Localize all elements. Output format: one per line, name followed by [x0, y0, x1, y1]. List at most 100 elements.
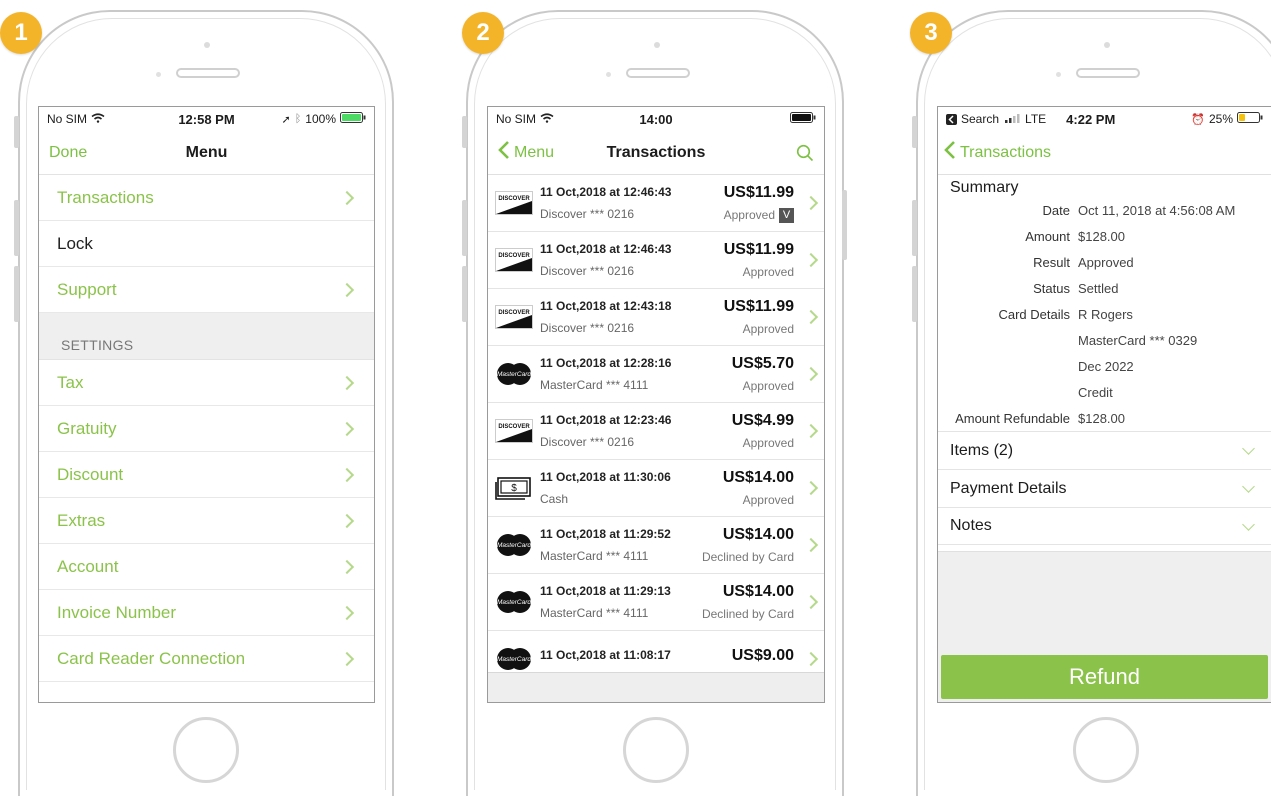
back-button[interactable]: Transactions — [944, 141, 1051, 164]
transaction-card: Discover *** 0216 — [540, 435, 635, 449]
status-bar: No SIM 12:58 PM ➚ ᛒ 100% — [39, 107, 374, 131]
menu-item-label: Extras — [57, 510, 106, 530]
transaction-amount: US$11.99 — [723, 241, 794, 258]
section-payment-details[interactable]: Payment Details — [938, 469, 1271, 507]
transaction-row[interactable]: DISCOVER 11 Oct,2018 at 12:23:46 Discover … — [488, 403, 824, 460]
chevron-right-icon — [339, 513, 355, 528]
detail-value: $128.00 — [1078, 228, 1125, 244]
mastercard-icon: MasterCard — [494, 362, 534, 386]
cash-icon: $ — [494, 476, 534, 500]
menu-item-support[interactable]: Support — [39, 267, 374, 313]
transaction-row[interactable]: MasterCard 11 Oct,2018 at 12:28:16 MasterC… — [488, 346, 824, 403]
svg-text:DISCOVER: DISCOVER — [498, 424, 530, 430]
list-footer — [488, 672, 824, 702]
chevron-right-icon — [339, 651, 355, 666]
detail-row: Amount $128.00 — [938, 223, 1271, 249]
transaction-amount: US$5.70 — [731, 355, 794, 372]
transaction-list: DISCOVER 11 Oct,2018 at 12:46:43 Discover … — [488, 175, 824, 688]
home-button[interactable] — [623, 717, 689, 783]
discover-card-icon: DISCOVER — [494, 248, 534, 272]
menu-item-label: Discount — [57, 464, 124, 484]
done-button[interactable]: Done — [49, 144, 87, 162]
detail-label: Status — [1033, 280, 1070, 296]
menu-item-card-reader-connection[interactable]: Card Reader Connection — [39, 636, 374, 682]
mastercard-icon: MasterCard — [494, 647, 534, 671]
bluetooth-icon: ᛒ — [294, 113, 302, 125]
back-to-app-label[interactable]: Search — [961, 112, 999, 126]
transaction-date: 11 Oct,2018 at 12:46:43 — [540, 185, 672, 199]
menu-item-transactions[interactable]: Transactions — [39, 175, 374, 221]
transaction-row[interactable]: DISCOVER 11 Oct,2018 at 12:46:43 Discover … — [488, 175, 824, 232]
transaction-amount: US$9.00 — [731, 647, 794, 664]
menu-item-extras[interactable]: Extras — [39, 498, 374, 544]
transaction-date: 11 Oct,2018 at 11:08:17 — [540, 648, 671, 662]
search-icon[interactable] — [796, 144, 814, 162]
wifi-icon — [91, 112, 105, 126]
svg-text:MasterCard: MasterCard — [497, 656, 531, 663]
transaction-row[interactable]: DISCOVER 11 Oct,2018 at 12:43:18 Discover … — [488, 289, 824, 346]
menu-item-gratuity[interactable]: Gratuity — [39, 406, 374, 452]
detail-value: Credit — [1078, 384, 1113, 400]
back-button[interactable]: Menu — [498, 141, 554, 164]
detail-value: MasterCard *** 0329 — [1078, 332, 1198, 348]
side-button — [912, 116, 917, 148]
transaction-row[interactable]: $11 Oct,2018 at 11:30:06 Cash US$14.00 Appr… — [488, 460, 824, 517]
step-badge-1: 1 — [0, 12, 42, 54]
menu-item-tax[interactable]: Tax — [39, 360, 374, 406]
chevron-right-icon — [339, 282, 355, 297]
menu-item-lock[interactable]: Lock — [39, 221, 374, 267]
network-type: LTE — [1025, 112, 1047, 126]
home-button[interactable] — [173, 717, 239, 783]
screen-transactions: No SIM 14:00 Menu Transactions DISCOVER 1… — [487, 106, 825, 703]
svg-text:DISCOVER: DISCOVER — [498, 310, 530, 316]
chevron-down-icon — [1242, 480, 1255, 493]
screen-transaction-detail: Search LTE 4:22 PM ⏰ 25% Transactions Su… — [937, 106, 1271, 703]
menu-item-label: Account — [57, 556, 119, 576]
home-button[interactable] — [1073, 717, 1139, 783]
chevron-right-icon — [339, 467, 355, 482]
side-button — [462, 116, 467, 148]
section-label: Payment Details — [950, 479, 1067, 497]
transaction-card: MasterCard *** 4111 — [540, 606, 649, 620]
transaction-status: Approved — [742, 379, 794, 393]
side-button — [14, 200, 19, 256]
transaction-card: Discover *** 0216 — [540, 321, 635, 335]
step-badge-3: 3 — [910, 12, 952, 54]
battery-icon — [1237, 112, 1263, 126]
transaction-amount: US$14.00 — [722, 583, 794, 600]
chevron-right-icon — [339, 421, 355, 436]
transaction-row[interactable]: MasterCard 11 Oct,2018 at 11:29:13 MasterC… — [488, 574, 824, 631]
transaction-row[interactable]: DISCOVER 11 Oct,2018 at 12:46:43 Discover … — [488, 232, 824, 289]
detail-value: Approved — [1078, 254, 1134, 270]
chevron-right-icon — [803, 423, 819, 439]
back-to-app-icon[interactable] — [946, 113, 957, 125]
transaction-card: Cash — [540, 492, 569, 506]
detail-row: Dec 2022 — [938, 353, 1271, 379]
refund-button[interactable]: Refund — [941, 655, 1268, 699]
svg-text:MasterCard: MasterCard — [497, 542, 531, 549]
section-items[interactable]: Items (2) — [938, 431, 1271, 469]
navigation-bar: Done Menu — [39, 131, 374, 175]
menu-item-invoice-number[interactable]: Invoice Number — [39, 590, 374, 636]
side-button — [842, 190, 847, 260]
discover-card-icon: DISCOVER — [494, 191, 534, 215]
menu-item-label: Support — [57, 279, 117, 299]
detail-label: Date — [1042, 202, 1070, 218]
transaction-amount: US$11.99 — [723, 183, 794, 201]
chevron-right-icon — [803, 537, 819, 553]
transaction-status: Declined by Card — [701, 550, 794, 564]
transaction-card: Discover *** 0216 — [540, 207, 635, 221]
step-badge-2: 2 — [462, 12, 504, 54]
transaction-date: 11 Oct,2018 at 12:43:18 — [540, 299, 672, 313]
settings-section-header: SETTINGS — [39, 313, 374, 360]
speaker-grille — [176, 68, 240, 78]
menu-item-discount[interactable]: Discount — [39, 452, 374, 498]
section-notes[interactable]: Notes — [938, 507, 1271, 545]
discover-card-icon: DISCOVER — [494, 419, 534, 443]
transaction-row[interactable]: MasterCard 11 Oct,2018 at 11:29:52 MasterC… — [488, 517, 824, 574]
battery-icon — [340, 112, 366, 126]
camera-dot — [1104, 42, 1110, 48]
page-title: Menu — [185, 143, 228, 161]
transaction-status: Approved — [742, 265, 794, 279]
menu-item-account[interactable]: Account — [39, 544, 374, 590]
